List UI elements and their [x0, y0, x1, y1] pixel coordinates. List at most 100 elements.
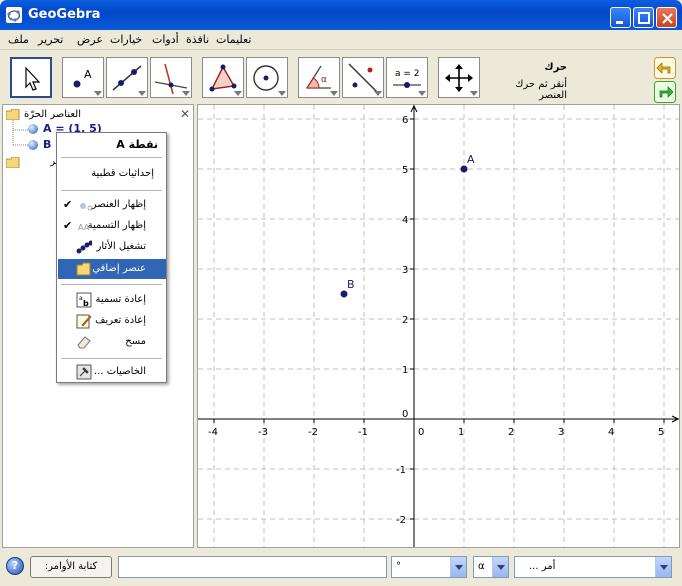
menu-separator: [61, 190, 162, 191]
menu-item-trace-on[interactable]: تشغيل الأثار: [58, 237, 166, 257]
greek-symbol-combo[interactable]: α: [473, 556, 509, 578]
x-tick-label: 2: [508, 427, 514, 438]
redo-button[interactable]: [654, 81, 676, 103]
chevron-down-icon[interactable]: [492, 557, 508, 577]
x-tick-label: -1: [358, 427, 368, 438]
menu-window[interactable]: نافذة: [186, 33, 209, 46]
point-tool-button[interactable]: A: [62, 57, 104, 98]
y-tick-label: 5: [402, 165, 408, 176]
undo-button[interactable]: [654, 57, 676, 79]
folder-icon: [76, 262, 91, 276]
command-input-button[interactable]: كتابة الأوامر:: [30, 556, 112, 578]
menu-item-label: إظهار العنصر: [91, 199, 146, 210]
reflect-tool-button[interactable]: [342, 57, 384, 98]
rename-icon: ab: [76, 292, 92, 308]
slider-tool-label: a = 2: [395, 69, 420, 79]
y-tick-label: -1: [396, 465, 406, 476]
x-tick-label: 5: [658, 427, 664, 438]
line-tool-button[interactable]: [106, 57, 148, 98]
x-tick-label: -4: [208, 427, 218, 438]
menu-item-polar-coordinates[interactable]: إحداثيات قطبية: [58, 164, 166, 184]
chevron-down-icon: [182, 91, 190, 96]
maximize-button[interactable]: [633, 7, 654, 28]
active-tool-hint: أنقر ثم حرك العنصر: [515, 79, 567, 101]
window-title: GeoGebra: [28, 7, 101, 22]
menu-item-show-label[interactable]: ✔ AA إظهار التسمية: [58, 216, 166, 236]
circle-tool-button[interactable]: [246, 57, 288, 98]
x-tick-label: 3: [558, 427, 564, 438]
menu-item-label: إظهار التسمية: [87, 220, 146, 231]
help-icon[interactable]: ?: [6, 557, 24, 575]
coordinate-plane[interactable]: -4 -3 -2 -1 0 1 2 3 4 5 6 5 4 3 2 1 -1 -2 0 A B: [198, 105, 679, 547]
x-tick-label: -2: [308, 427, 318, 438]
polygon-tool-button[interactable]: [202, 57, 244, 98]
move-view-tool-button[interactable]: [438, 57, 480, 98]
undo-arrow-icon: [654, 57, 676, 79]
degree-symbol-combo[interactable]: °: [391, 556, 467, 578]
redo-arrow-icon: [654, 81, 676, 103]
checkmark-icon: ✔: [63, 219, 73, 232]
menu-bar: ملف تحرير عرض خيارات أدوات نافذة تعليمات: [0, 30, 682, 50]
y-tick-label: 3: [402, 265, 408, 276]
x-tick-label: 0: [418, 427, 424, 438]
angle-tool-button[interactable]: α: [298, 57, 340, 98]
point-tool-label: A: [84, 68, 92, 81]
point-label-b: B: [347, 278, 355, 291]
greek-symbol-value: α: [478, 561, 485, 572]
command-input-field[interactable]: [118, 556, 387, 578]
menu-separator: [61, 358, 162, 359]
menu-edit[interactable]: تحرير: [38, 33, 63, 46]
move-tool-button[interactable]: [10, 57, 52, 98]
x-tick-label: 1: [458, 427, 464, 438]
algebra-item-b[interactable]: B: [43, 138, 51, 151]
command-list-value: أمر ...: [529, 561, 556, 572]
menu-item-label: إحداثيات قطبية: [91, 168, 154, 179]
y-tick-label: 4: [402, 215, 408, 226]
chevron-down-icon: [330, 91, 338, 96]
menu-help[interactable]: تعليمات: [216, 33, 251, 46]
graphics-view[interactable]: -4 -3 -2 -1 0 1 2 3 4 5 6 5 4 3 2 1 -1 -2 0 A B: [197, 104, 680, 548]
menu-item-delete[interactable]: مسح: [58, 332, 166, 352]
slider-tool-button[interactable]: a = 2: [386, 57, 428, 98]
menu-options[interactable]: خيارات: [110, 33, 142, 46]
menu-item-properties[interactable]: الخاصيات ...: [58, 362, 166, 382]
menu-item-label: تشغيل الأثار: [96, 241, 146, 252]
menu-item-label: مسح: [125, 336, 146, 347]
chevron-down-icon[interactable]: [450, 557, 466, 577]
y-tick-label: 1: [402, 365, 408, 376]
menu-file[interactable]: ملف: [8, 33, 29, 46]
close-button[interactable]: [656, 7, 677, 28]
y-tick-label: 0: [402, 409, 408, 420]
point-a-icon: [28, 124, 38, 134]
free-objects-folder[interactable]: العناصر الحرّة: [23, 109, 81, 120]
minimize-icon: [616, 21, 623, 24]
menu-separator: [61, 284, 162, 285]
menu-tools[interactable]: أدوات: [152, 33, 179, 46]
chevron-down-icon[interactable]: [655, 557, 671, 577]
point-label-a: A: [467, 153, 475, 166]
menu-view[interactable]: عرض: [77, 33, 103, 46]
close-icon: [662, 13, 673, 24]
menu-item-auxiliary-object[interactable]: عنصر إضافي: [58, 259, 166, 279]
minimize-button[interactable]: [610, 7, 631, 28]
context-menu-header: نقطة A: [57, 133, 166, 157]
input-bar: ? كتابة الأوامر: ° α أمر ...: [0, 550, 682, 586]
menu-item-label: إعادة تعريف: [95, 315, 146, 326]
y-tick-label: 6: [402, 115, 408, 126]
folder-icon: [6, 157, 20, 168]
maximize-icon: [638, 12, 650, 24]
degree-symbol-value: °: [396, 561, 401, 572]
eraser-icon: [77, 336, 91, 349]
chevron-down-icon: [278, 91, 286, 96]
perpendicular-tool-button[interactable]: [150, 57, 192, 98]
menu-item-rename[interactable]: ab إعادة تسمية: [58, 290, 166, 310]
close-icon[interactable]: ✕: [180, 107, 190, 121]
menu-item-redefine[interactable]: إعادة تعريف: [58, 311, 166, 331]
menu-item-show-object[interactable]: ✔ إظهار العنصر: [58, 195, 166, 215]
toolbar: A α a = 2 حرك أنقر ثم حرك العنصر: [0, 51, 682, 104]
command-list-combo[interactable]: أمر ...: [514, 556, 672, 578]
point-a: [460, 165, 468, 173]
menu-item-label: إعادة تسمية: [95, 294, 146, 305]
chevron-down-icon: [470, 91, 478, 96]
context-menu-title: نقطة A: [116, 138, 158, 151]
